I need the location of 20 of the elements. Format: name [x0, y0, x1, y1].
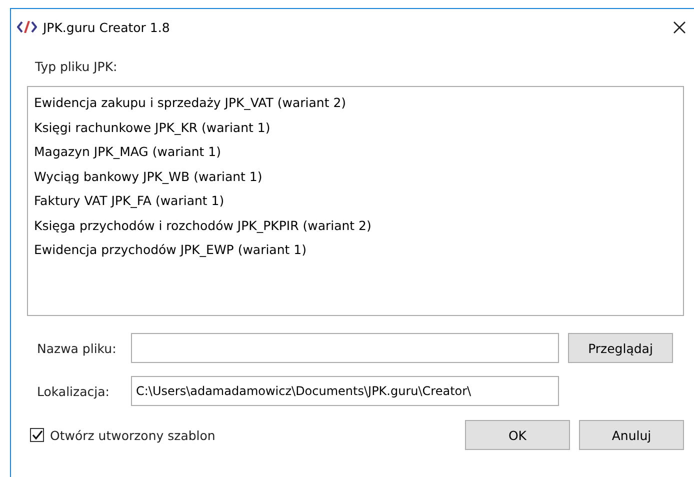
file-name-field[interactable] — [131, 333, 559, 363]
file-type-label: Typ pliku JPK: — [34, 59, 118, 74]
cancel-button[interactable]: Anuluj — [579, 420, 684, 450]
window-title: JPK.guru Creator 1.8 — [43, 20, 171, 34]
list-item[interactable]: Wyciąg bankowy JPK_WB (wariant 1) — [28, 164, 683, 189]
checkbox[interactable] — [30, 428, 44, 442]
list-item[interactable]: Księgi rachunkowe JPK_KR (wariant 1) — [28, 116, 683, 140]
browse-button[interactable]: Przeglądaj — [568, 333, 673, 363]
list-item[interactable]: Faktury VAT JPK_FA (wariant 1) — [28, 189, 683, 214]
list-item[interactable]: Księga przychodów i rozchodów JPK_PKPIR (wariant 2) — [28, 214, 683, 238]
ok-button[interactable]: OK — [465, 420, 570, 450]
list-item[interactable]: Magazyn JPK_MAG (wariant 1) — [28, 140, 683, 164]
checkbox-label: Otwórz utworzony szablon — [50, 428, 216, 442]
list-item[interactable]: Ewidencja przychodów JPK_EWP (wariant 1) — [28, 238, 683, 262]
code-icon — [17, 21, 37, 33]
location-label: Lokalizacja: — [36, 384, 110, 398]
location-field[interactable]: C:\Users\adamadamowicz\Documents\JPK.guru\Creator\ — [131, 376, 559, 406]
file-name-label: Nazwa pliku: — [36, 340, 118, 356]
list-item[interactable]: Ewidencja zakupu i sprzedaży JPK_VAT (wariant 2) — [28, 91, 683, 116]
close-icon[interactable] — [673, 20, 686, 34]
